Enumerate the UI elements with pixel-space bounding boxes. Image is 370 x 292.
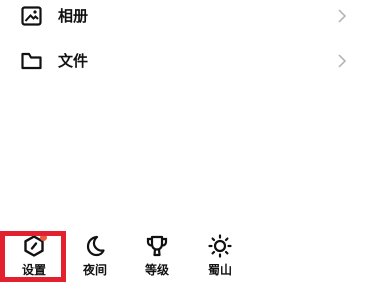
- menu-item-label: 文件: [58, 52, 89, 70]
- menu-item-files[interactable]: 文件: [0, 41, 370, 81]
- bottom-item-level[interactable]: 等级: [134, 232, 180, 282]
- sun-icon: [208, 234, 232, 258]
- bottom-item-settings[interactable]: 设置: [11, 232, 57, 282]
- notification-badge: [40, 234, 47, 241]
- bottom-item-label: 设置: [21, 263, 46, 277]
- menu-item-photos[interactable]: 相册: [0, 0, 370, 36]
- bottom-item-shushan[interactable]: 蜀山: [197, 232, 243, 282]
- trophy-icon: [146, 235, 168, 257]
- menu-item-label: 相册: [58, 7, 89, 25]
- chevron-right-icon: [338, 54, 347, 68]
- bottom-item-label: 蜀山: [207, 263, 232, 277]
- bottom-item-night-mode[interactable]: 夜间: [72, 232, 118, 282]
- photo-album-icon: [21, 6, 42, 26]
- moon-icon: [86, 235, 105, 257]
- bottom-item-label: 夜间: [82, 263, 107, 277]
- chevron-right-icon: [338, 9, 347, 23]
- folder-icon: [21, 52, 42, 70]
- bottom-item-label: 等级: [144, 263, 169, 277]
